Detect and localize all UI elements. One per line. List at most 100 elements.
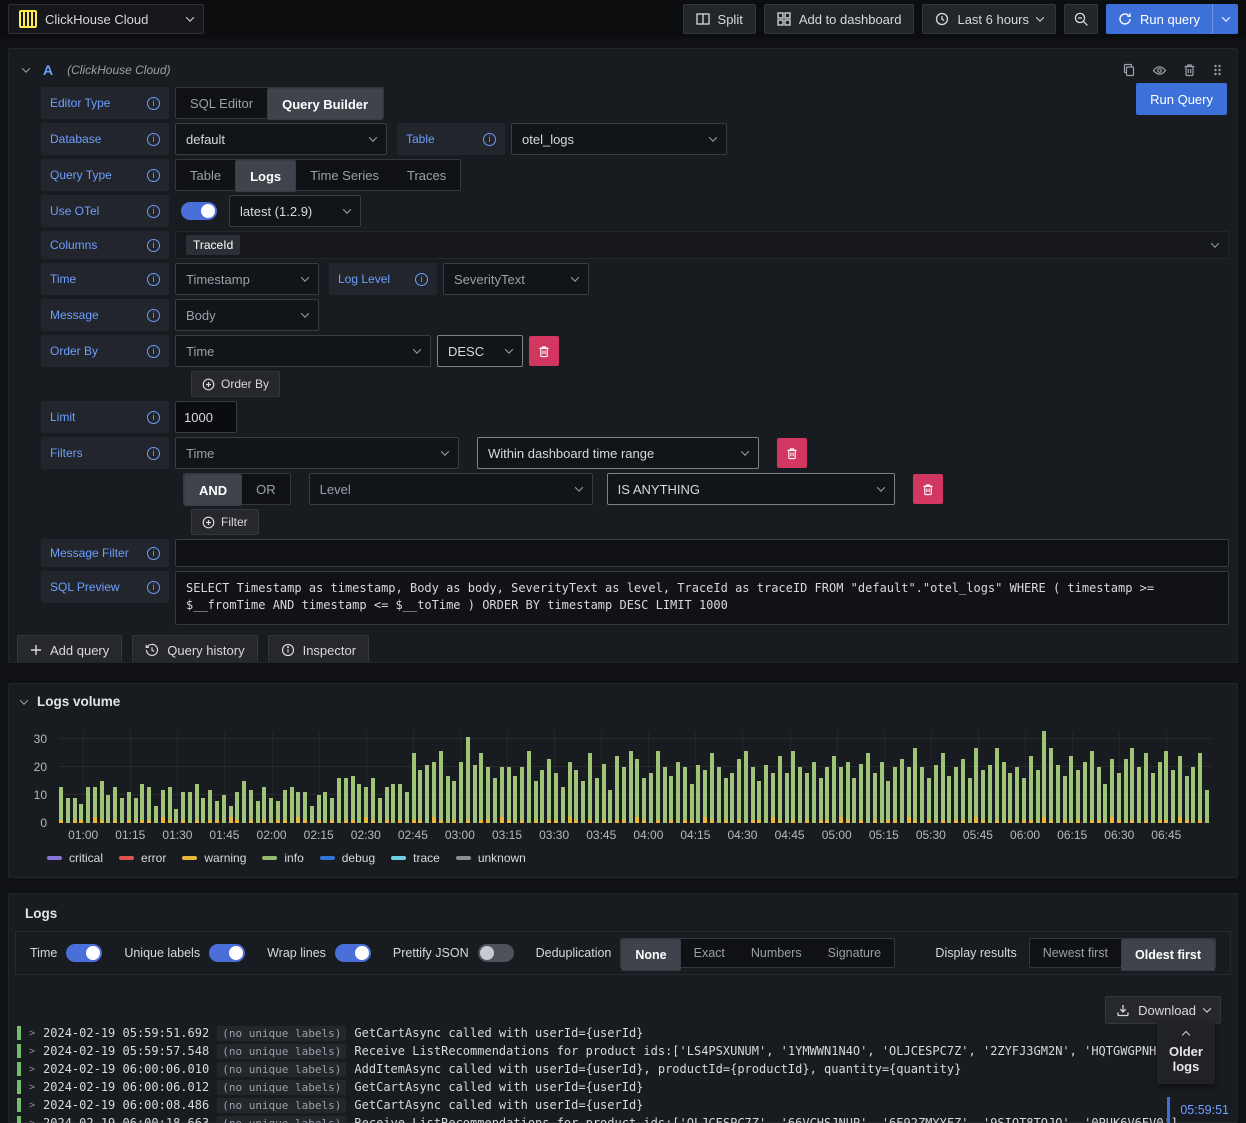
volume-bar xyxy=(879,761,884,823)
add-order-by-button[interactable]: Order By xyxy=(191,371,281,397)
option-traces[interactable]: Traces xyxy=(393,160,460,190)
zoom-out-button[interactable] xyxy=(1064,4,1099,34)
info-icon[interactable] xyxy=(147,96,160,110)
run-query-dropdown[interactable] xyxy=(1212,4,1238,34)
log-row[interactable]: >2024-02-19 06:00:06.010 (no unique label… xyxy=(17,1060,1229,1078)
legend-item-debug[interactable]: debug xyxy=(319,851,375,865)
filter-condition-field-select[interactable]: Level xyxy=(308,473,593,505)
legend-item-unknown[interactable]: unknown xyxy=(455,851,526,865)
info-icon[interactable] xyxy=(147,580,160,594)
option-time-series[interactable]: Time Series xyxy=(296,160,393,190)
unique-labels-toggle[interactable] xyxy=(209,944,246,962)
volume-bar xyxy=(153,806,158,823)
volume-bar xyxy=(330,797,335,823)
plus-circle-icon xyxy=(202,516,215,529)
option-table[interactable]: Table xyxy=(176,160,235,190)
filter-operator-select[interactable]: Within dashboard time range xyxy=(477,437,759,469)
limit-input[interactable] xyxy=(175,401,237,433)
info-icon[interactable] xyxy=(415,272,428,286)
query-history-button[interactable]: Query history xyxy=(132,635,258,662)
message-column-select[interactable]: Body xyxy=(175,299,319,331)
time-toggle[interactable] xyxy=(66,944,103,962)
inspector-button[interactable]: Inspector xyxy=(267,635,370,662)
option-numbers[interactable]: Numbers xyxy=(738,939,815,967)
add-query-button[interactable]: Add query xyxy=(17,635,123,662)
remove-filter-button[interactable] xyxy=(777,438,807,468)
info-icon[interactable] xyxy=(483,132,496,146)
info-icon[interactable] xyxy=(147,446,160,460)
option-signature[interactable]: Signature xyxy=(815,939,895,967)
legend-item-error[interactable]: error xyxy=(119,851,166,865)
volume-bar xyxy=(221,795,226,823)
collapse-query-icon[interactable] xyxy=(21,64,31,73)
run-query-panel-button[interactable]: Run Query xyxy=(1136,83,1227,115)
volume-bar xyxy=(1184,775,1189,823)
log-level-select[interactable]: SeverityText xyxy=(443,263,589,295)
otel-version-select[interactable]: latest (1.2.9) xyxy=(229,195,361,227)
prettify-json-toggle[interactable] xyxy=(477,944,514,962)
info-icon[interactable] xyxy=(147,238,160,252)
volume-bar xyxy=(384,786,389,823)
split-button[interactable]: Split xyxy=(682,4,756,34)
volume-bar xyxy=(337,778,342,823)
legend-item-critical[interactable]: critical xyxy=(47,851,103,865)
info-icon[interactable] xyxy=(147,344,160,358)
option-newest-first[interactable]: Newest first xyxy=(1030,939,1121,967)
filter-condition-operator-select[interactable]: IS ANYTHING xyxy=(606,473,895,505)
remove-query-icon[interactable] xyxy=(1183,63,1196,77)
column-chip[interactable]: TraceId xyxy=(186,235,241,255)
option-query-builder[interactable]: Query Builder xyxy=(267,88,384,120)
option-exact[interactable]: Exact xyxy=(681,939,738,967)
log-row[interactable]: >2024-02-19 06:00:18.663 (no unique label… xyxy=(17,1114,1229,1123)
option-oldest-first[interactable]: Oldest first xyxy=(1121,939,1215,971)
info-icon[interactable] xyxy=(147,546,160,560)
legend-item-warning[interactable]: warning xyxy=(182,851,246,865)
filter-field-select[interactable]: Time xyxy=(175,437,459,469)
volume-bar xyxy=(282,789,287,823)
columns-multiselect[interactable]: TraceId xyxy=(175,231,1229,259)
remove-order-by-button[interactable] xyxy=(529,336,559,366)
drag-handle-icon[interactable] xyxy=(1212,63,1223,77)
database-select[interactable]: default xyxy=(175,123,387,155)
remove-condition-button[interactable] xyxy=(912,474,943,504)
legend-item-trace[interactable]: trace xyxy=(391,851,440,865)
option-and[interactable]: AND xyxy=(184,474,243,506)
option-or[interactable]: OR xyxy=(242,474,290,504)
log-row[interactable]: >2024-02-19 05:59:57.548 (no unique label… xyxy=(17,1042,1229,1060)
option-sql-editor[interactable]: SQL Editor xyxy=(176,88,267,118)
info-icon[interactable] xyxy=(147,308,160,322)
info-icon[interactable] xyxy=(147,204,160,218)
datasource-picker[interactable]: ClickHouse Cloud xyxy=(8,4,204,34)
use-otel-toggle[interactable] xyxy=(181,202,217,220)
option-logs[interactable]: Logs xyxy=(235,160,297,192)
duplicate-query-icon[interactable] xyxy=(1122,63,1136,77)
info-icon[interactable] xyxy=(147,132,160,146)
add-filter-button[interactable]: Filter xyxy=(191,509,259,535)
order-by-column-select[interactable]: Time xyxy=(175,335,431,367)
option-none[interactable]: None xyxy=(621,939,681,971)
log-row[interactable]: >2024-02-19 06:00:06.012 (no unique label… xyxy=(17,1078,1229,1096)
log-row[interactable]: >2024-02-19 06:00:08.486 (no unique label… xyxy=(17,1096,1229,1114)
message-filter-input[interactable] xyxy=(175,539,1229,567)
legend-item-info[interactable]: info xyxy=(262,851,304,865)
time-column-select[interactable]: Timestamp xyxy=(175,263,319,295)
order-by-direction-select[interactable]: DESC xyxy=(437,335,523,367)
info-icon[interactable] xyxy=(147,168,160,182)
download-button[interactable]: Download xyxy=(1105,996,1221,1024)
info-icon[interactable] xyxy=(147,410,160,424)
scroll-position-indicator[interactable] xyxy=(1167,1097,1170,1123)
collapse-panel-icon[interactable] xyxy=(19,695,29,705)
volume-bar xyxy=(757,781,762,823)
older-logs-button[interactable]: Older logs xyxy=(1157,1022,1215,1084)
hide-query-icon[interactable] xyxy=(1152,63,1167,78)
volume-bar xyxy=(506,767,511,823)
info-icon[interactable] xyxy=(147,272,160,286)
add-to-dashboard-button[interactable]: Add to dashboard xyxy=(763,4,915,34)
clickhouse-logo-icon xyxy=(19,10,37,28)
time-range-picker[interactable]: Last 6 hours xyxy=(922,4,1057,34)
run-query-button[interactable]: Run query xyxy=(1106,4,1238,34)
table-select[interactable]: otel_logs xyxy=(511,123,727,155)
wrap-lines-toggle[interactable] xyxy=(334,944,371,962)
volume-bar xyxy=(72,797,77,823)
log-row[interactable]: >2024-02-19 05:59:51.692 (no unique label… xyxy=(17,1024,1229,1042)
